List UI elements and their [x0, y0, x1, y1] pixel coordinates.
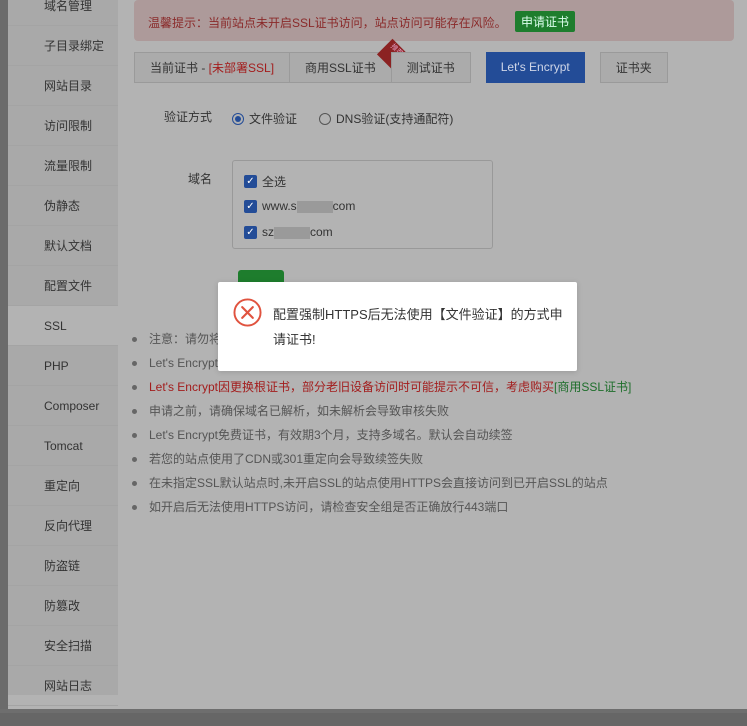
tab-cert-folder[interactable]: 证书夹 — [599, 52, 668, 83]
sidebar-item[interactable]: 反向代理 — [8, 506, 118, 546]
note-item: Let's Encrypt因更换根证书，部分老旧设备访问时可能提示不可信，考虑购… — [132, 375, 631, 399]
tab-commercial-label: 商用SSL证书 — [305, 61, 376, 75]
sidebar-item[interactable]: 流量限制 — [8, 146, 118, 186]
note-item: 在未指定SSL默认站点时,未开启SSL的站点使用HTTPS会直接访问到已开启SS… — [132, 471, 631, 495]
radio-checked-icon — [232, 112, 244, 125]
sidebar-item[interactable]: PHP — [8, 346, 118, 386]
radio-label: 文件验证 — [249, 112, 298, 126]
alert-text: 温馨提示：当前站点未开启SSL证书访问，站点访问可能存在风险。 — [148, 16, 507, 30]
domain-text: sz com — [262, 225, 333, 239]
note-item: 申请之前，请确保域名已解析，如未解析会导致审核失败 — [132, 399, 631, 423]
domain-text: www.s com — [262, 199, 355, 213]
error-circle-icon — [233, 298, 262, 327]
commercial-ssl-link[interactable]: [商用SSL证书] — [554, 380, 631, 394]
radio-dns-verify[interactable]: DNS验证(支持通配符) — [319, 110, 453, 127]
checkbox-domain[interactable]: ✓ sz com — [244, 225, 333, 239]
sidebar-item[interactable]: 网站目录 — [8, 66, 118, 106]
sidebar-item[interactable]: 防盗链 — [8, 546, 118, 586]
sidebar-item[interactable]: Composer — [8, 386, 118, 426]
error-message: 配置强制HTTPS后无法使用【文件验证】的方式申请证书! — [273, 307, 563, 347]
sidebar-item[interactable]: Tomcat — [8, 426, 118, 466]
error-dialog: 配置强制HTTPS后无法使用【文件验证】的方式申请证书! — [218, 282, 577, 371]
sidebar-item[interactable]: 重定向 — [8, 466, 118, 506]
domain-list: ✓ 全选 ✓ www.s com ✓ sz com — [232, 160, 493, 249]
tab-current-label: 当前证书 - — [150, 61, 209, 75]
sidebar-item[interactable]: 防篡改 — [8, 586, 118, 626]
checkbox-checked-icon: ✓ — [244, 175, 257, 188]
sidebar-item[interactable]: 安全扫描 — [8, 626, 118, 666]
domain-suffix: com — [332, 199, 356, 213]
verify-method-label: 验证方式 — [164, 110, 213, 124]
checkbox-checked-icon: ✓ — [244, 225, 257, 239]
radio-label: DNS验证(支持通配符) — [336, 112, 454, 126]
sidebar-item[interactable]: 伪静态 — [8, 186, 118, 226]
sidebar-item[interactable]: 域名管理 — [8, 0, 118, 26]
tab-test-cert[interactable]: 测试证书 — [390, 52, 471, 83]
sidebar-item[interactable]: 网站日志 — [8, 666, 118, 706]
sidebar-item[interactable]: SSL — [8, 306, 118, 346]
tab-letsencrypt[interactable]: Let's Encrypt — [485, 52, 585, 83]
tab-current-cert[interactable]: 当前证书 - [未部署SSL] — [134, 52, 290, 83]
window-edge — [0, 0, 8, 726]
domain-suffix: com — [310, 225, 333, 239]
note-text: Let's Encrypt因更换根证书，部分老旧设备访问时可能提示不可信，考虑购… — [149, 380, 554, 394]
checkbox-checked-icon: ✓ — [244, 199, 257, 213]
radio-file-verify[interactable]: 文件验证 — [232, 110, 297, 127]
note-item: 若您的站点使用了CDN或301重定向会导致续签失败 — [132, 447, 631, 471]
checkbox-domain[interactable]: ✓ www.s com — [244, 199, 355, 213]
redaction — [296, 200, 333, 213]
sidebar-item[interactable]: 访问限制 — [8, 106, 118, 146]
bottom-bar — [0, 709, 747, 726]
ssl-warning-alert: 温馨提示：当前站点未开启SSL证书访问，站点访问可能存在风险。 申请证书 — [134, 0, 734, 41]
note-item: 如开启后无法使用HTTPS访问，请检查安全组是否正确放行443端口 — [132, 495, 631, 519]
ssl-tabs: 当前证书 - [未部署SSL] 商用SSL证书 推荐 测试证书 Let's Enc… — [134, 38, 668, 83]
tab-current-status: [未部署SSL] — [208, 61, 275, 75]
checkbox-label: 全选 — [262, 175, 287, 189]
sidebar-item[interactable]: 默认文档 — [8, 226, 118, 266]
checkbox-select-all[interactable]: ✓ 全选 — [244, 173, 286, 190]
domain-label: 域名 — [188, 172, 213, 186]
domain-prefix: sz — [262, 225, 274, 239]
redaction — [274, 226, 310, 239]
apply-cert-button[interactable]: 申请证书 — [515, 11, 576, 32]
radio-unchecked-icon — [319, 112, 331, 125]
sidebar-item[interactable]: 配置文件 — [8, 266, 118, 306]
domain-prefix: www.s — [262, 199, 297, 213]
sidebar-item[interactable]: 子目录绑定 — [8, 26, 118, 66]
note-item: Let's Encrypt免费证书，有效期3个月，支持多域名。默认会自动续签 — [132, 423, 631, 447]
sidebar: 域名管理 子目录绑定 网站目录 访问限制 流量限制 伪静态 默认文档 配置文件 SSL PHP Co… — [8, 0, 118, 706]
tab-commercial-ssl[interactable]: 商用SSL证书 推荐 — [289, 38, 408, 83]
